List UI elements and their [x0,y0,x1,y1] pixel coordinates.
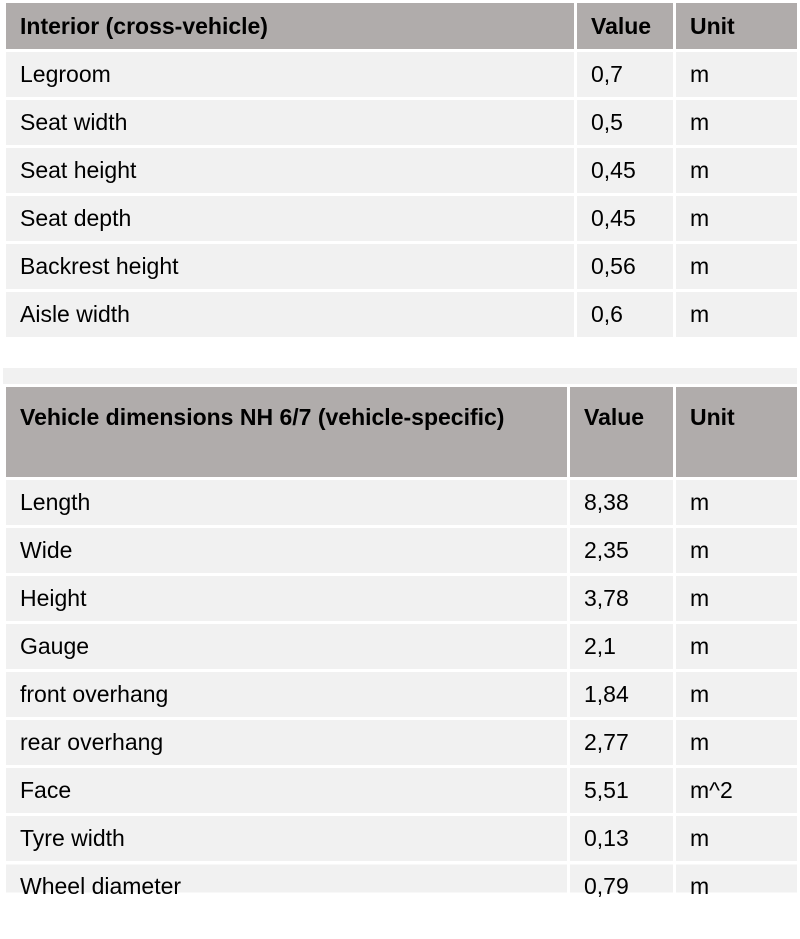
cell-parameter: Wide [3,525,570,576]
cell-unit: m [673,289,800,340]
cell-parameter: Seat depth [3,193,577,244]
table-row: Gauge 2,1 m [3,621,800,672]
table-spacer [3,368,797,385]
header-unit: Unit [673,0,800,52]
table-row: Seat depth 0,45 m [3,193,800,244]
cell-parameter: Tyre width [3,813,570,864]
table-row: Backrest height 0,56 m [3,241,800,292]
cell-value: 0,7 [574,49,676,100]
cell-value: 0,56 [574,241,676,292]
cell-unit: m [673,97,800,148]
cell-parameter: Seat height [3,145,577,196]
cell-unit: m [673,193,800,244]
cell-parameter: front overhang [3,669,570,720]
table-row: Tyre width 0,13 m [3,813,800,864]
cell-value: 0,5 [574,97,676,148]
cell-parameter: Legroom [3,49,577,100]
cell-unit: m [673,241,800,292]
table-row: rear overhang 2,77 m [3,717,800,768]
cell-unit: m [673,49,800,100]
table-row: Seat width 0,5 m [3,97,800,148]
header-value: Value [574,0,676,52]
cell-value: 1,84 [567,669,676,720]
table-row: Aisle width 0,6 m [3,289,800,340]
cell-value: 8,38 [567,477,676,528]
cell-parameter: Height [3,573,570,624]
cell-parameter: Backrest height [3,241,577,292]
cell-parameter: Length [3,477,570,528]
cell-value: 5,51 [567,765,676,816]
table-header-row: Vehicle dimensions NH 6/7 (vehicle-speci… [3,384,800,480]
cell-unit: m [673,621,800,672]
cell-unit: m [673,525,800,576]
table-row: Face 5,51 m^2 [3,765,800,816]
header-parameter: Vehicle dimensions NH 6/7 (vehicle-speci… [3,384,570,480]
table-row: Seat height 0,45 m [3,145,800,196]
cell-unit: m [673,145,800,196]
cell-value: 0,13 [567,813,676,864]
table-row: Length 8,38 m [3,477,800,528]
table-row: Legroom 0,7 m [3,49,800,100]
cell-value: 2,35 [567,525,676,576]
cell-parameter: Face [3,765,570,816]
table-row: Height 3,78 m [3,573,800,624]
cell-value: 0,79 [567,861,676,912]
table-row: Wide 2,35 m [3,525,800,576]
cell-value: 2,77 [567,717,676,768]
cell-unit: m [673,861,800,912]
cell-unit: m [673,477,800,528]
cell-unit: m [673,669,800,720]
table-header-row: Interior (cross-vehicle) Value Unit [3,0,800,52]
cell-parameter: Wheel diameter [3,861,570,912]
cell-value: 0,6 [574,289,676,340]
cell-unit: m [673,717,800,768]
table-row: front overhang 1,84 m [3,669,800,720]
cell-unit: m [673,813,800,864]
cell-parameter: Gauge [3,621,570,672]
cell-value: 2,1 [567,621,676,672]
interior-table: Interior (cross-vehicle) Value Unit Legr… [3,0,800,340]
cell-value: 0,45 [574,193,676,244]
header-value: Value [567,384,676,480]
header-parameter: Interior (cross-vehicle) [3,0,577,52]
cell-unit: m [673,573,800,624]
header-unit: Unit [673,384,800,480]
cell-value: 3,78 [567,573,676,624]
cell-parameter: Aisle width [3,289,577,340]
cell-parameter: rear overhang [3,717,570,768]
cell-value: 0,45 [574,145,676,196]
cell-parameter: Seat width [3,97,577,148]
table-row: Wheel diameter 0,79 m [3,861,800,912]
vehicle-dimensions-table: Vehicle dimensions NH 6/7 (vehicle-speci… [3,384,800,912]
cell-unit: m^2 [673,765,800,816]
